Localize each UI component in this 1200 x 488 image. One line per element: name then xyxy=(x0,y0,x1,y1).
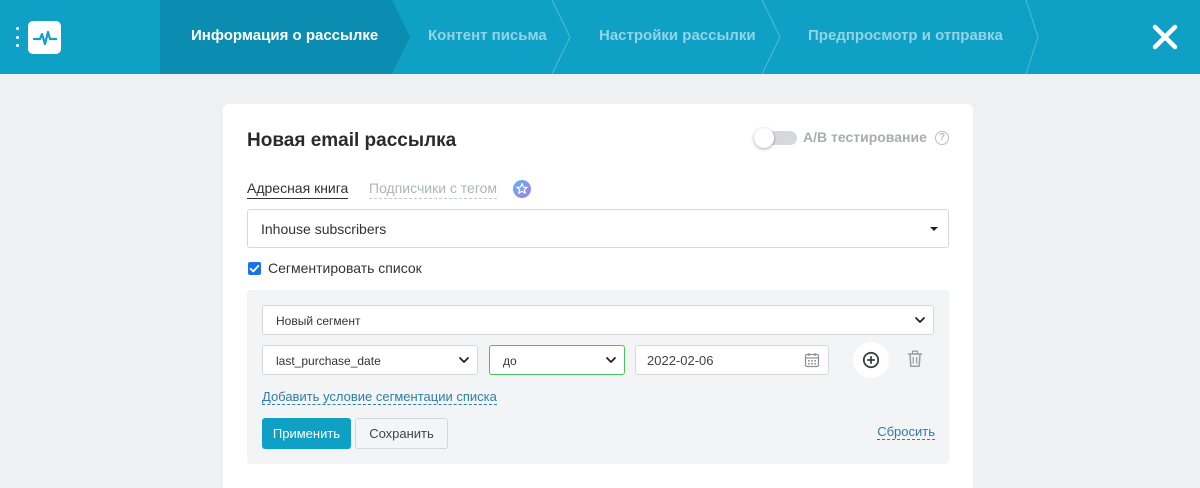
step-preview[interactable]: Предпросмотр и отправка xyxy=(808,0,1003,74)
caret-down-icon xyxy=(930,227,938,231)
plus-circle-icon xyxy=(862,351,880,369)
chevron-down-icon xyxy=(606,357,616,363)
ab-testing-toggle[interactable] xyxy=(754,128,797,148)
save-segment-button[interactable]: Сохранить xyxy=(355,418,448,449)
question-icon[interactable]: ? xyxy=(935,131,949,145)
trash-icon[interactable] xyxy=(907,350,923,368)
add-condition-button[interactable] xyxy=(853,342,889,378)
condition-operator-select[interactable]: до xyxy=(489,345,625,375)
segment-checkbox[interactable] xyxy=(248,262,261,275)
tab-tagged-subscribers[interactable]: Подписчики с тегом xyxy=(369,180,498,199)
toggle-knob xyxy=(754,128,774,148)
step-info[interactable]: Информация о рассылке xyxy=(191,0,378,74)
condition-operator-value: до xyxy=(503,354,517,368)
segment-panel: Новый сегмент last_purchase_date до 2022… xyxy=(247,290,949,464)
wizard-steps: Информация о рассылке Контент письма Нас… xyxy=(160,0,1040,74)
apply-button[interactable]: Применить xyxy=(262,418,351,449)
address-book-value: Inhouse subscribers xyxy=(261,221,387,237)
top-bar: Информация о рассылке Контент письма Нас… xyxy=(0,0,1200,74)
chevron-down-icon xyxy=(459,357,469,363)
reset-link[interactable]: Сбросить xyxy=(877,424,935,440)
step-settings[interactable]: Настройки рассылки xyxy=(599,0,756,74)
page-title: Новая email рассылка xyxy=(247,130,457,151)
close-icon[interactable] xyxy=(1150,22,1180,52)
condition-date-input[interactable]: 2022-02-06 xyxy=(635,345,829,375)
chevron-down-icon xyxy=(915,317,925,323)
check-icon xyxy=(249,264,260,273)
condition-field-value: last_purchase_date xyxy=(276,354,381,368)
campaign-form-card: Новая email рассылка A/B тестирование ? … xyxy=(223,104,973,488)
tab-address-book[interactable]: Адресная книга xyxy=(247,180,349,199)
star-badge-icon xyxy=(513,180,531,198)
segment-select[interactable]: Новый сегмент xyxy=(262,305,934,335)
segment-checkbox-label: Сегментировать список xyxy=(268,260,422,276)
calendar-icon[interactable] xyxy=(804,352,820,368)
add-segment-condition-link[interactable]: Добавить условие сегментации списка xyxy=(262,389,497,405)
condition-date-value: 2022-02-06 xyxy=(647,353,714,368)
vertical-dots-icon[interactable] xyxy=(14,27,20,47)
address-book-select[interactable]: Inhouse subscribers xyxy=(247,209,949,248)
condition-field-select[interactable]: last_purchase_date xyxy=(262,345,478,375)
pulse-icon[interactable] xyxy=(28,21,61,54)
segment-select-value: Новый сегмент xyxy=(276,314,361,328)
ab-testing-label: A/B тестирование xyxy=(803,129,927,145)
step-content[interactable]: Контент письма xyxy=(428,0,547,74)
